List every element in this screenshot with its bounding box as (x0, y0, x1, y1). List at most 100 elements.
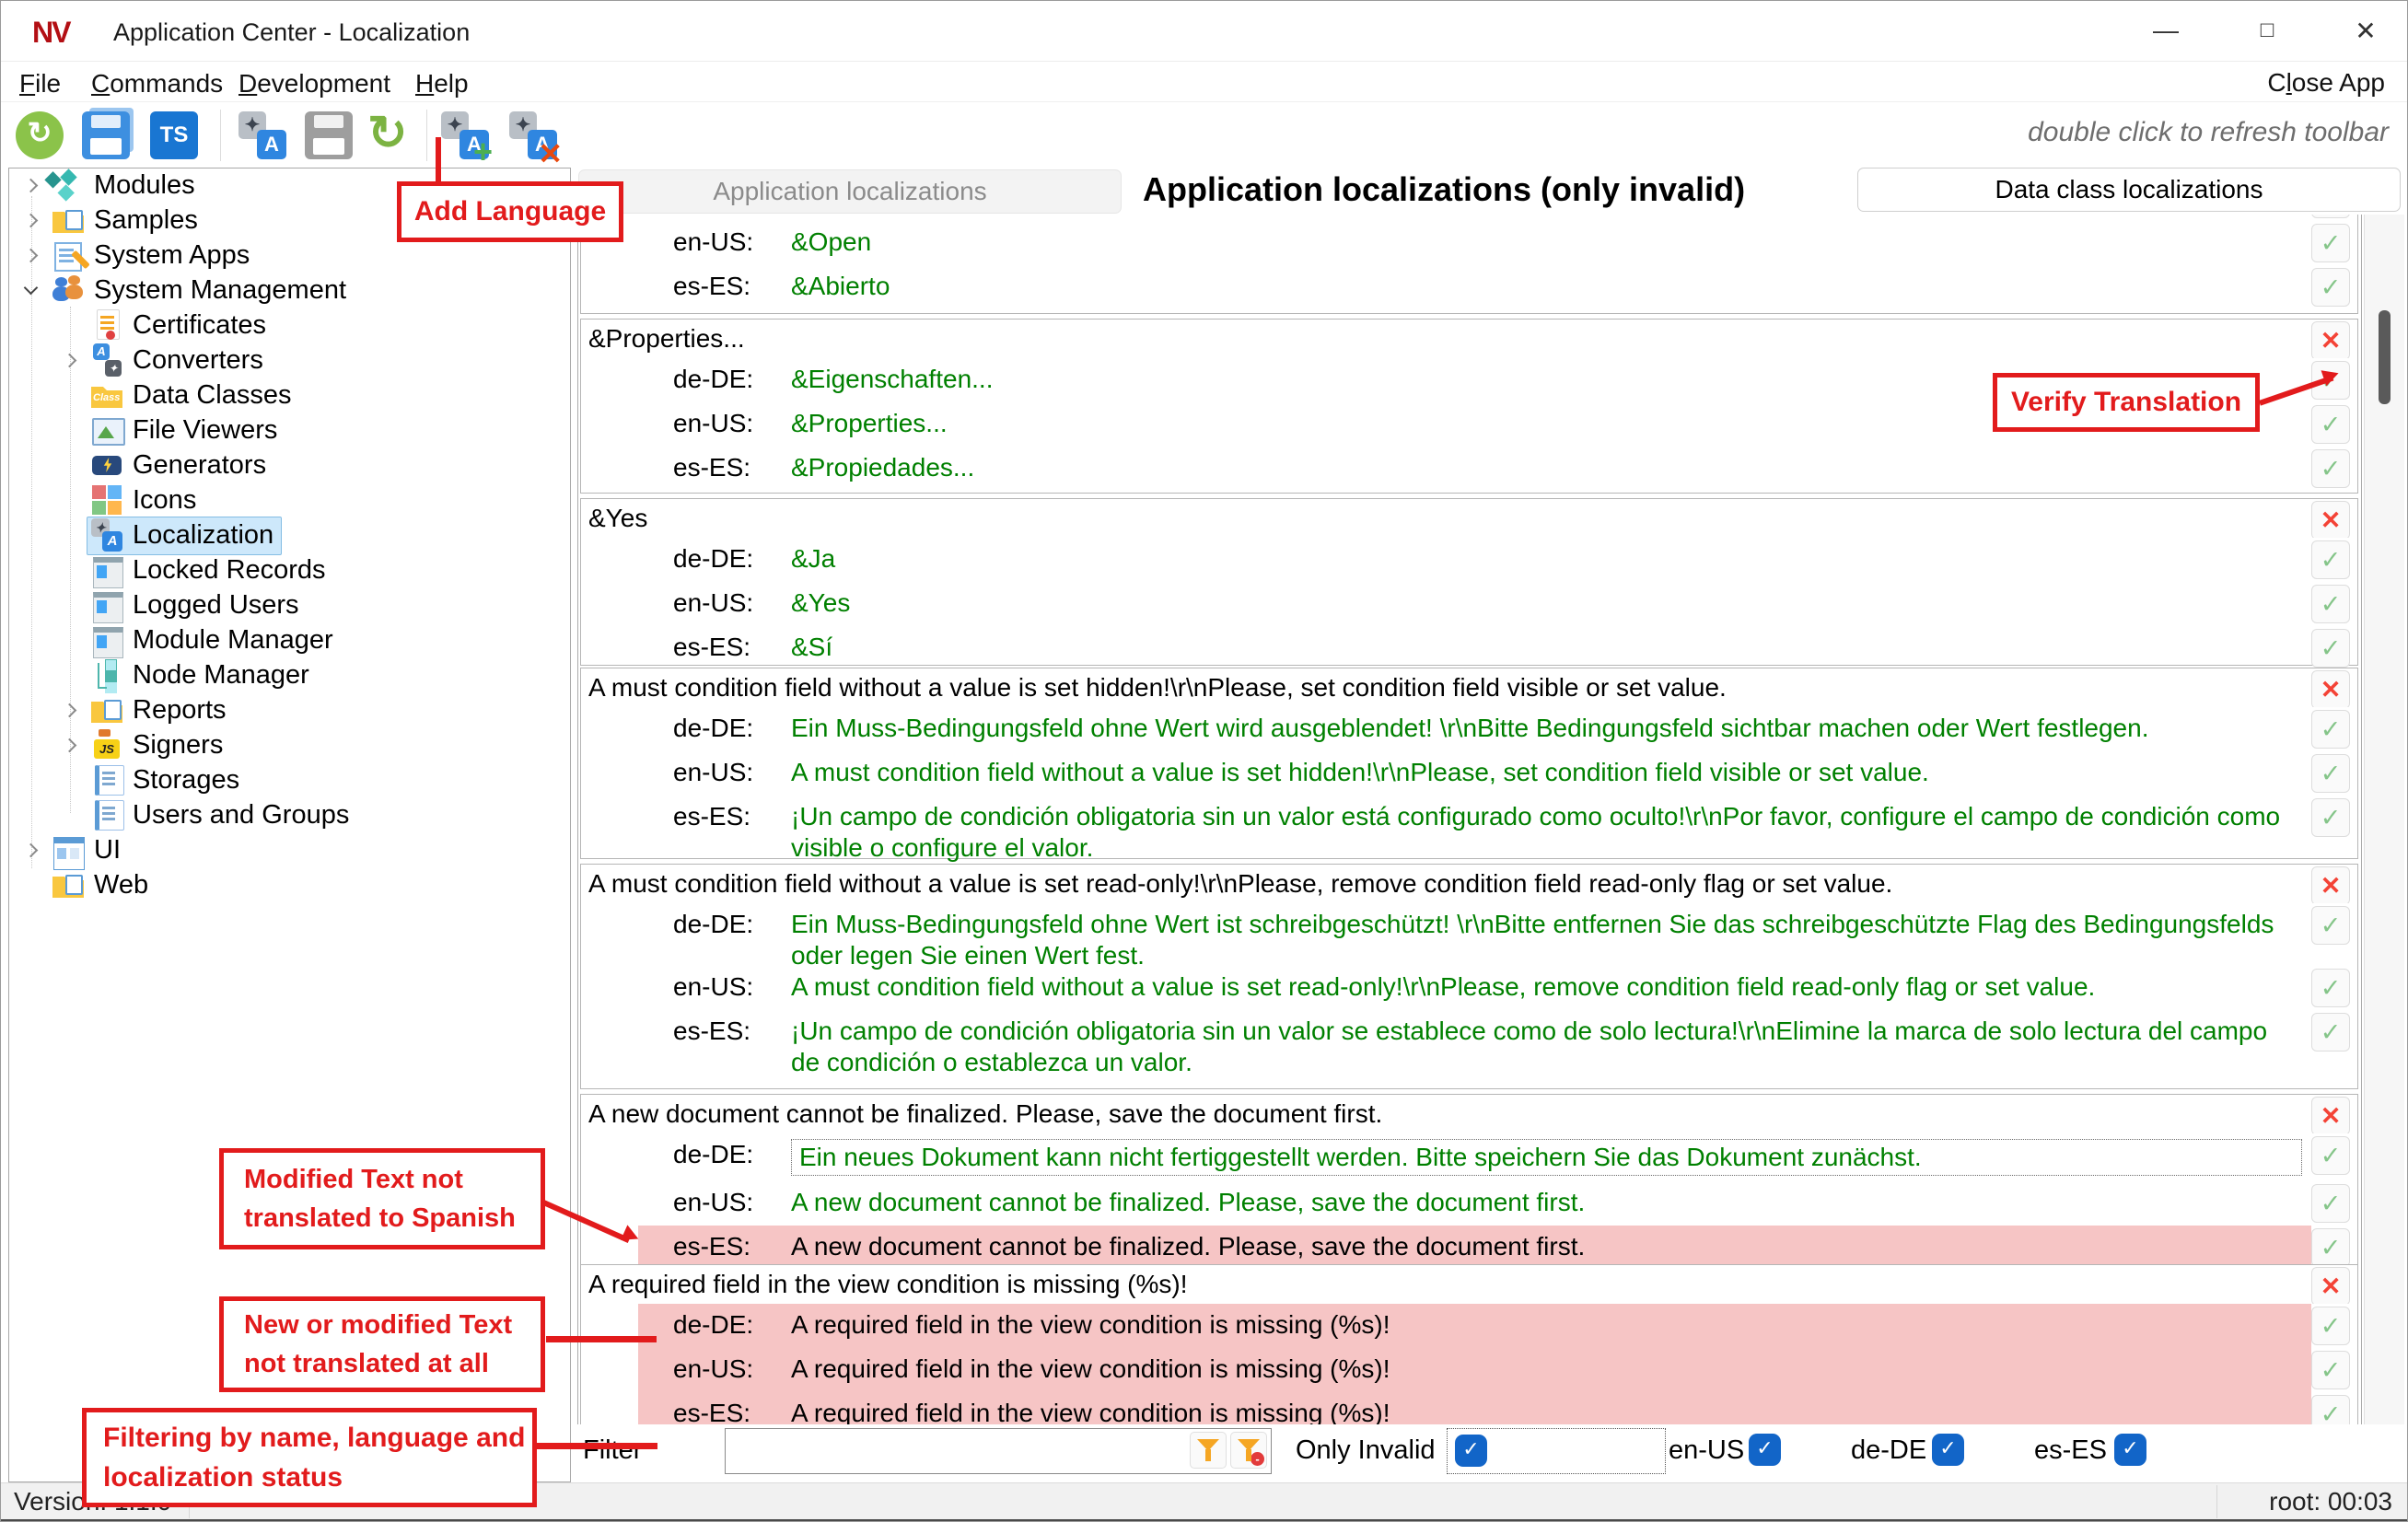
loc-row-es[interactable]: es-ES:¡Un campo de condición obligatoria… (581, 1010, 2357, 1073)
menu-file[interactable]: File (14, 67, 66, 100)
loc-row-en[interactable]: en-US:A new document cannot be finalized… (581, 1181, 2357, 1226)
menu-development[interactable]: Development (233, 67, 396, 100)
add-language-icon[interactable]: ✦A+ (441, 111, 489, 159)
remove-language-icon[interactable]: ✦A✕ (509, 111, 557, 159)
tree-item-file-viewers[interactable]: File Viewers (9, 413, 570, 448)
maximize-button[interactable]: □ (2234, 1, 2300, 60)
tree-item-logged-users[interactable]: Logged Users (9, 588, 570, 623)
chevron-right-icon[interactable] (17, 835, 48, 866)
verify-check-button[interactable] (2311, 710, 2350, 749)
verify-check-button[interactable] (2311, 449, 2350, 488)
verify-check-button[interactable] (2311, 540, 2350, 579)
loc-row-es[interactable]: es-ES:&Sí (581, 626, 2357, 670)
chevron-down-icon[interactable] (17, 275, 48, 307)
loc-row-en[interactable]: en-US:A must condition field without a v… (581, 751, 2357, 796)
loc-row-es-invalid[interactable]: es-ES:A new document cannot be finalized… (581, 1226, 2357, 1270)
loc-row-de[interactable]: de-DE:&Ja (581, 538, 2357, 582)
loc-row-es-invalid[interactable]: es-ES:A required field in the view condi… (581, 1392, 2357, 1424)
invalid-x-button[interactable] (2311, 1267, 2350, 1304)
verify-check-button[interactable] (2311, 405, 2350, 444)
tab-application-localizations[interactable]: Application localizations (578, 169, 1122, 214)
tree-item-reports[interactable]: Reports (9, 693, 570, 728)
save-all-icon[interactable] (82, 111, 130, 159)
tree-item-users-and-groups[interactable]: Users and Groups (9, 798, 570, 833)
loc-row-de[interactable]: de-DE:Ein Muss-Bedingungsfeld ohne Wert … (581, 707, 2357, 751)
translation-edit-field[interactable]: Ein neues Dokument kann nicht fertiggest… (791, 1139, 2302, 1176)
tree-item-icons[interactable]: Icons (9, 483, 570, 518)
chevron-right-icon[interactable] (17, 205, 48, 237)
minimize-button[interactable]: — (2133, 1, 2199, 60)
tree-item-data-classes[interactable]: Data Classes (9, 378, 570, 413)
loc-row-es[interactable]: es-ES:&Abierto (581, 265, 2357, 309)
verify-check-button[interactable] (2311, 268, 2350, 307)
chevron-right-icon[interactable] (17, 170, 48, 202)
clear-filter-icon[interactable]: - (1230, 1432, 1267, 1469)
verify-check-button[interactable] (2311, 1307, 2350, 1345)
verify-check-button[interactable] (2311, 629, 2350, 668)
menu-commands[interactable]: Commands (86, 67, 228, 100)
verify-check-button[interactable] (2311, 224, 2350, 262)
loc-row-es[interactable]: es-ES:&Propiedades... (581, 447, 2357, 491)
menu-help[interactable]: Help (410, 67, 474, 100)
tree-item-localization[interactable]: ✦ALocalization (9, 518, 570, 553)
verify-check-button[interactable] (2311, 754, 2350, 793)
verify-check-button[interactable] (2311, 906, 2350, 945)
loc-row-en[interactable]: en-US:&Open (581, 221, 2357, 265)
loc-row-de[interactable]: de-DE:Ein neues Dokument kann nicht fert… (581, 1133, 2357, 1181)
verify-check-button[interactable] (2311, 1228, 2350, 1267)
loc-row-en[interactable]: en-US:A must condition field without a v… (581, 966, 2357, 1010)
translate-icon[interactable]: ✦A (238, 111, 286, 159)
typescript-icon[interactable] (150, 111, 198, 159)
verify-check-button[interactable] (2311, 798, 2350, 837)
verify-check-button[interactable] (2311, 585, 2350, 623)
tree-item-locked-records[interactable]: Locked Records (9, 553, 570, 588)
verify-check-button[interactable] (2311, 1013, 2350, 1051)
lang-es-es-checkbox[interactable] (2114, 1434, 2146, 1466)
chevron-right-icon[interactable] (17, 240, 48, 272)
verify-check-button[interactable] (2311, 1184, 2350, 1223)
tree-item-storages[interactable]: Storages (9, 763, 570, 798)
lang-en-us-checkbox[interactable] (1749, 1434, 1781, 1466)
chevron-right-icon[interactable] (55, 345, 87, 377)
loc-row-de[interactable]: de-DE: (581, 215, 2357, 221)
apply-filter-icon[interactable] (1190, 1432, 1227, 1469)
invalid-x-button[interactable] (2311, 1097, 2350, 1133)
chevron-right-icon[interactable] (55, 695, 87, 726)
invalid-x-button[interactable] (2311, 670, 2350, 707)
tree-item-certificates[interactable]: Certificates (9, 308, 570, 343)
reload-icon[interactable] (367, 111, 415, 159)
refresh-app-icon[interactable] (16, 111, 64, 159)
verify-check-button[interactable] (2311, 215, 2350, 218)
scrollbar-thumb[interactable] (2379, 310, 2391, 404)
loc-row-en[interactable]: en-US:&Yes (581, 582, 2357, 626)
tree-item-generators[interactable]: Generators (9, 448, 570, 483)
tab-data-class-localizations[interactable]: Data class localizations (1857, 168, 2401, 212)
tree-item-system-apps[interactable]: System Apps (9, 238, 570, 273)
vertical-scrollbar[interactable] (2364, 215, 2404, 1424)
invalid-x-button[interactable] (2311, 321, 2350, 358)
verify-check-button[interactable] (2311, 969, 2350, 1007)
verify-check-button[interactable] (2311, 1136, 2350, 1175)
save-icon[interactable] (305, 111, 353, 159)
close-app-button[interactable]: Close App (2262, 67, 2391, 99)
tree-item-ui[interactable]: UI (9, 833, 570, 868)
loc-row-es[interactable]: es-ES:¡Un campo de condición obligatoria… (581, 796, 2357, 858)
verify-check-button[interactable] (2311, 1351, 2350, 1389)
tree-item-converters[interactable]: Converters (9, 343, 570, 378)
invalid-x-button[interactable] (2311, 866, 2350, 903)
filter-input[interactable] (727, 1431, 1169, 1470)
tree-item-module-manager[interactable]: Module Manager (9, 623, 570, 658)
verify-check-button[interactable] (2311, 1395, 2350, 1424)
lang-de-de-checkbox[interactable] (1932, 1434, 1964, 1466)
tree-item-signers[interactable]: Signers (9, 728, 570, 763)
loc-row-de[interactable]: de-DE:Ein Muss-Bedingungsfeld ohne Wert … (581, 903, 2357, 966)
only-invalid-checkbox[interactable] (1455, 1435, 1487, 1467)
loc-row-en-invalid[interactable]: en-US:A required field in the view condi… (581, 1348, 2357, 1392)
loc-row-de-invalid[interactable]: de-DE:A required field in the view condi… (581, 1304, 2357, 1348)
close-button[interactable]: ✕ (2332, 1, 2399, 60)
tree-item-web[interactable]: Web (9, 868, 570, 903)
invalid-x-button[interactable] (2311, 501, 2350, 538)
tree-item-system-management[interactable]: System Management (9, 273, 570, 308)
chevron-right-icon[interactable] (55, 730, 87, 761)
tree-item-node-manager[interactable]: Node Manager (9, 658, 570, 693)
